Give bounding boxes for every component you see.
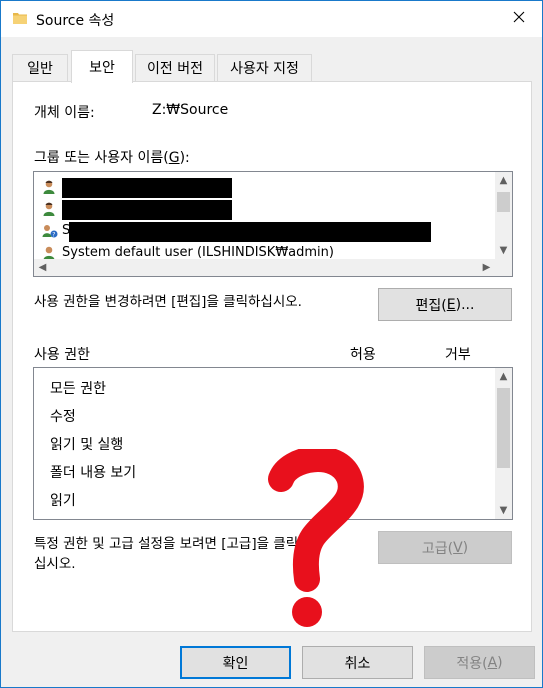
- user-group-icon: ?: [42, 223, 58, 239]
- users-vertical-scrollbar[interactable]: ▲ ▼: [495, 172, 512, 259]
- properties-dialog: Source 속성 일반 보안 이전 버전 사용자 지정 개체 이름: Z:₩S…: [0, 0, 543, 688]
- user-name: System default user (ILSHINDISK₩admin): [62, 245, 334, 260]
- scroll-right-icon[interactable]: ▶: [478, 259, 495, 276]
- ok-button-label: 확인: [222, 655, 249, 672]
- apply-button-prefix: 적용(: [456, 655, 488, 672]
- group-label-access-key: G: [168, 150, 180, 166]
- apply-button-access-key: A: [487, 654, 498, 671]
- cancel-button[interactable]: 취소: [302, 646, 413, 679]
- tab-previous-versions[interactable]: 이전 버전: [135, 54, 215, 81]
- scroll-thumb[interactable]: [497, 192, 510, 212]
- question-mark-overlay: [268, 449, 364, 627]
- close-button[interactable]: [496, 1, 542, 37]
- edit-button[interactable]: 편집(E)...: [378, 288, 512, 321]
- group-users-label: 그룹 또는 사용자 이름(G):: [34, 147, 190, 167]
- scroll-left-icon[interactable]: ◀: [34, 259, 51, 276]
- group-label-prefix: 그룹 또는 사용자 이름(: [34, 150, 169, 166]
- permission-item: 읽기: [50, 493, 76, 509]
- user-icon: [42, 179, 58, 195]
- close-icon: [513, 11, 525, 27]
- apply-button[interactable]: 적용(A): [424, 646, 535, 679]
- permission-item: 읽기 및 실행: [50, 437, 124, 453]
- tab-security-label: 보안: [89, 60, 115, 76]
- advanced-button-suffix: ): [462, 539, 469, 556]
- user-row[interactable]: ? S: [42, 220, 492, 242]
- advanced-hint-line2: 십시오.: [34, 556, 76, 572]
- scroll-up-icon[interactable]: ▲: [495, 172, 512, 189]
- permissions-header: 사용 권한: [34, 347, 90, 363]
- object-name-value: Z:₩Source: [152, 102, 229, 118]
- scroll-thumb[interactable]: [497, 388, 510, 468]
- redacted-user-name: [62, 178, 232, 198]
- tab-general[interactable]: 일반: [12, 54, 68, 81]
- scroll-down-icon[interactable]: ▼: [495, 242, 512, 259]
- tab-previous-versions-label: 이전 버전: [147, 61, 203, 77]
- redacted-user-name: [69, 222, 431, 242]
- svg-text:?: ?: [52, 232, 55, 239]
- permission-item: 모든 권한: [50, 381, 106, 397]
- advanced-button-access-key: V: [453, 539, 463, 556]
- deny-header: 거부: [445, 347, 471, 363]
- question-mark-curve: [268, 449, 364, 592]
- ok-button[interactable]: 확인: [180, 646, 291, 679]
- question-mark-dot: [292, 597, 322, 627]
- users-listbox[interactable]: ? S System default user (ILSHINDISK₩admi…: [33, 171, 513, 277]
- permission-item: 수정: [50, 409, 76, 425]
- redacted-user-name: [62, 200, 232, 220]
- object-name-label: 개체 이름:: [34, 105, 95, 121]
- user-row[interactable]: [42, 176, 492, 198]
- edit-hint-text: 사용 권한을 변경하려면 [편집]을 클릭하십시오.: [34, 294, 302, 310]
- allow-header: 허용: [350, 347, 376, 363]
- apply-button-suffix: ): [497, 654, 503, 671]
- edit-button-suffix: )...: [455, 296, 475, 313]
- tab-customize-label: 사용자 지정: [230, 61, 299, 77]
- advanced-button[interactable]: 고급(V): [378, 531, 512, 564]
- edit-button-access-key: E: [446, 296, 456, 313]
- cancel-button-label: 취소: [344, 655, 371, 672]
- group-label-suffix: ):: [179, 150, 190, 166]
- window-title: Source 속성: [36, 13, 115, 29]
- folder-icon: [13, 11, 27, 25]
- permission-item: 폴더 내용 보기: [50, 465, 137, 481]
- tab-customize[interactable]: 사용자 지정: [217, 54, 312, 81]
- tab-general-label: 일반: [27, 61, 53, 77]
- users-horizontal-scrollbar[interactable]: ◀ ▶: [34, 259, 512, 276]
- advanced-button-prefix: 고급(: [421, 540, 454, 557]
- scroll-down-icon[interactable]: ▼: [495, 502, 512, 519]
- user-row[interactable]: [42, 198, 492, 220]
- user-icon: [42, 201, 58, 217]
- tab-security[interactable]: 보안: [71, 50, 133, 83]
- scroll-up-icon[interactable]: ▲: [495, 368, 512, 385]
- edit-button-prefix: 편집(: [415, 297, 447, 314]
- title-bar[interactable]: Source 속성: [1, 1, 542, 37]
- permissions-vertical-scrollbar[interactable]: ▲ ▼: [495, 368, 512, 519]
